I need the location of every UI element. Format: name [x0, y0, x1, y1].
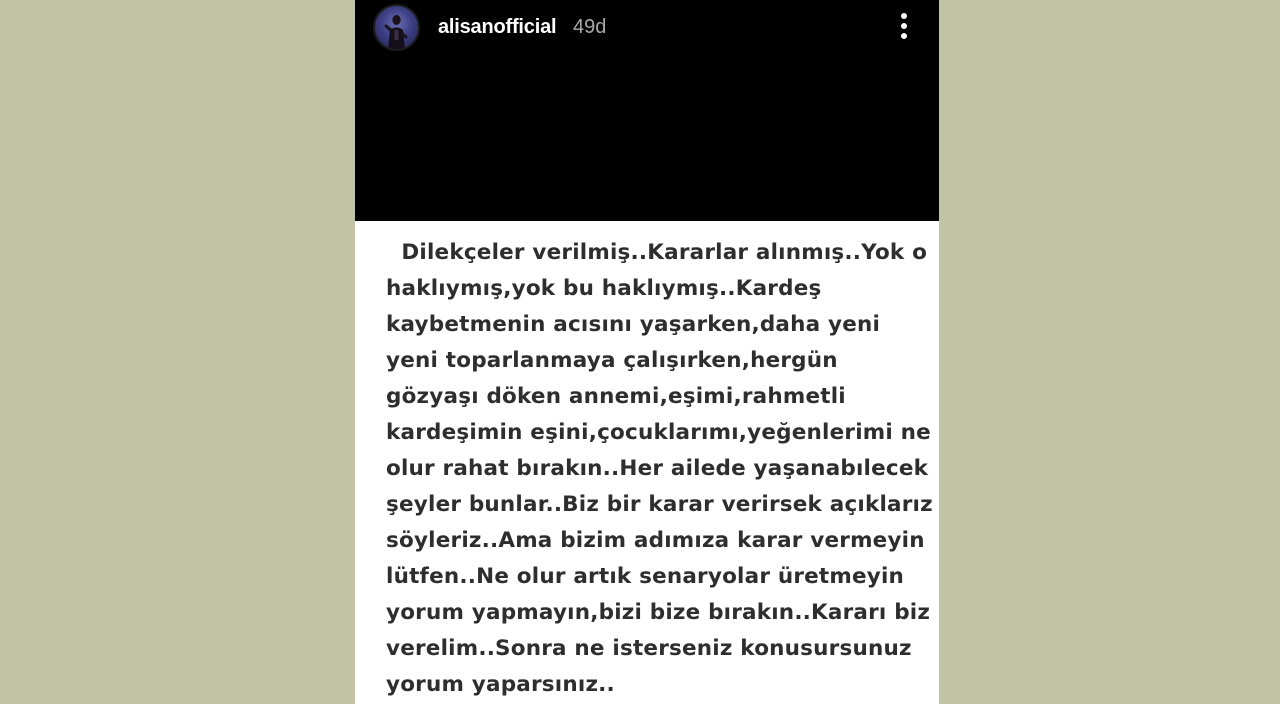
more-options-icon[interactable]	[893, 10, 915, 42]
caption-line: Dilekçeler verilmiş..Kararlar alınmış..Y…	[386, 240, 928, 265]
caption-line: yeni toparlanmaya çalışırken,hergün	[386, 348, 838, 373]
story-header: alisanofficial 49d	[355, 0, 939, 221]
caption-line: yorum yaparsınız..	[386, 672, 615, 697]
story-post: alisanofficial 49d Dilekçeler verilmiş..…	[355, 0, 939, 704]
more-dot	[901, 13, 907, 19]
caption-area: Dilekçeler verilmiş..Kararlar alınmış..Y…	[355, 221, 939, 704]
caption-line: şeyler bunlar..Biz bir karar verirsek aç…	[386, 492, 933, 517]
caption-line: gözyaşı döken annemi,eşimi,rahmetli	[386, 384, 846, 409]
caption-line: kardeşimin eşini,çocuklarımı,yeğenlerimi…	[386, 420, 931, 445]
caption-line: lütfen..Ne olur artık senaryolar üretmey…	[386, 564, 905, 589]
more-dot	[901, 23, 907, 29]
username[interactable]: alisanofficial	[438, 14, 557, 40]
caption-line: haklıymış,yok bu haklıymış..Kardeş	[386, 276, 822, 301]
caption-line: yorum yapmayın,bizi bize bırakın..Kararı…	[386, 600, 931, 625]
caption-text: Dilekçeler verilmiş..Kararlar alınmış..Y…	[386, 235, 933, 703]
more-dot	[901, 33, 907, 39]
caption-line: olur rahat bırakın..Her ailede yaşanabıl…	[386, 456, 929, 481]
caption-line: kaybetmenin acısını yaşarken,daha yeni	[386, 312, 881, 337]
post-time: 49d	[573, 16, 607, 38]
profile-avatar[interactable]	[373, 4, 420, 51]
avatar-picture	[384, 15, 408, 49]
caption-line: söyleriz..Ama bizim adımıza karar vermey…	[386, 528, 925, 553]
caption-line: verelim..Sonra ne isterseniz konusursunu…	[386, 636, 912, 661]
